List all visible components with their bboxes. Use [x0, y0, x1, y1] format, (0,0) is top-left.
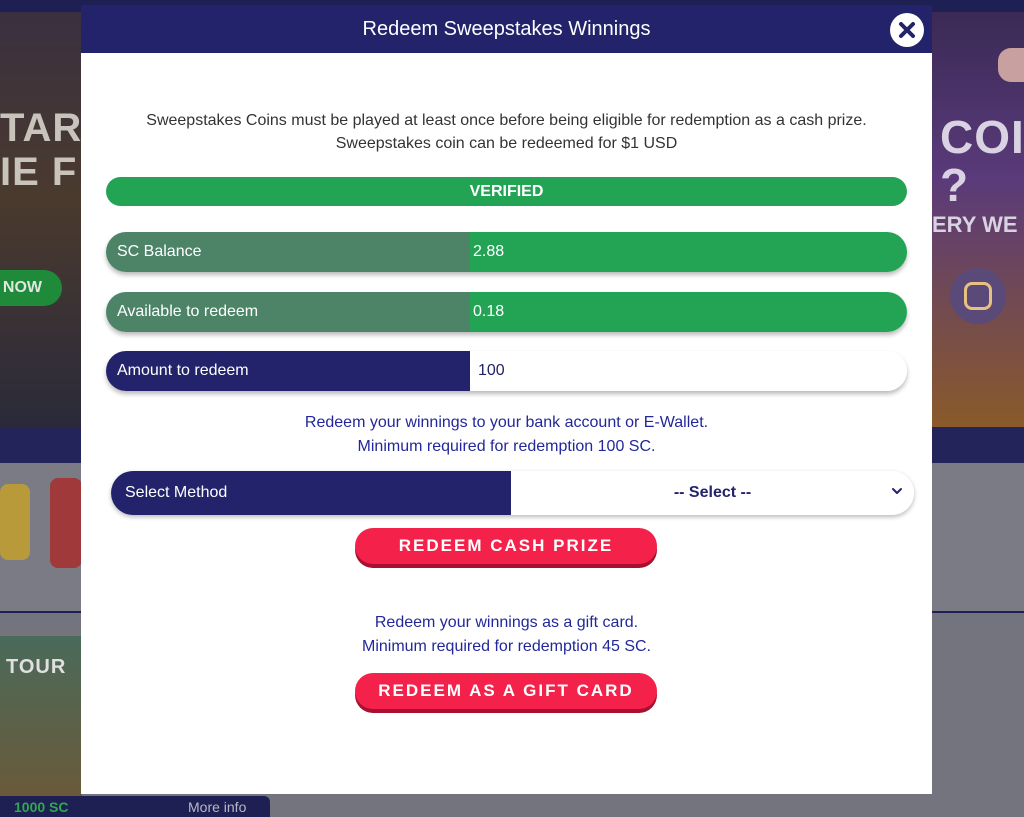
- background-more-info-link: More info: [188, 799, 247, 815]
- chevron-down-icon: [892, 488, 902, 494]
- redeem-cash-prize-button[interactable]: REDEEM CASH PRIZE: [355, 528, 657, 564]
- sc-balance-value: 2.88: [470, 232, 907, 272]
- background-hero-text: IE F: [0, 150, 78, 194]
- available-to-redeem-value: 0.18: [470, 292, 907, 332]
- background-game-tile: [0, 484, 30, 560]
- select-method-label: Select Method: [111, 471, 511, 515]
- background-hero-text: TAR: [0, 106, 83, 150]
- available-to-redeem-row: Available to redeem 0.18: [106, 292, 907, 332]
- background-promo-text: COI: [940, 111, 1024, 163]
- redeem-modal: Redeem Sweepstakes Winnings Sweepstakes …: [81, 5, 932, 794]
- background-hero-left: [0, 12, 82, 427]
- background-play-now-button: NOW: [0, 270, 62, 306]
- redemption-notice: Sweepstakes Coins must be played at leas…: [81, 109, 932, 155]
- sc-balance-label: SC Balance: [106, 232, 470, 272]
- available-to-redeem-label: Available to redeem: [106, 292, 470, 332]
- redeem-gift-card-button[interactable]: REDEEM AS A GIFT CARD: [355, 673, 657, 709]
- close-button[interactable]: [890, 13, 924, 47]
- method-dropdown-value: -- Select --: [673, 484, 752, 501]
- gift-card-redemption-info: Redeem your winnings as a gift card. Min…: [81, 611, 932, 659]
- modal-header: Redeem Sweepstakes Winnings: [81, 5, 932, 53]
- notice-line: Sweepstakes coin can be redeemed for $1 …: [335, 135, 678, 152]
- instagram-icon: [950, 268, 1006, 324]
- notice-line: Sweepstakes Coins must be played at leas…: [146, 112, 867, 129]
- amount-to-redeem-input[interactable]: [476, 361, 907, 381]
- select-method-row: Select Method -- Select --: [111, 471, 914, 515]
- background-sc-amount: 1000 SC: [14, 799, 69, 815]
- amount-to-redeem-field[interactable]: [470, 351, 907, 391]
- info-line: Minimum required for redemption 45 SC.: [361, 638, 651, 655]
- info-line: Minimum required for redemption 100 SC.: [357, 438, 656, 455]
- close-icon: [899, 22, 915, 38]
- sc-balance-row: SC Balance 2.88: [106, 232, 907, 272]
- bank-redemption-info: Redeem your winnings to your bank accoun…: [81, 411, 932, 459]
- background-tournament-text: TOUR: [6, 656, 67, 678]
- amount-to-redeem-row: Amount to redeem: [106, 351, 907, 391]
- background-game-tile: [50, 478, 82, 568]
- verified-badge: VERIFIED: [106, 177, 907, 206]
- method-dropdown[interactable]: -- Select --: [511, 471, 914, 515]
- info-line: Redeem your winnings to your bank accoun…: [304, 414, 709, 431]
- amount-to-redeem-label: Amount to redeem: [106, 351, 470, 391]
- background-promo-text: ?: [940, 159, 970, 211]
- info-line: Redeem your winnings as a gift card.: [374, 614, 639, 631]
- background-notification-icon: [998, 48, 1024, 82]
- background-promo-text: ERY WE: [932, 212, 1018, 237]
- modal-title: Redeem Sweepstakes Winnings: [362, 17, 651, 40]
